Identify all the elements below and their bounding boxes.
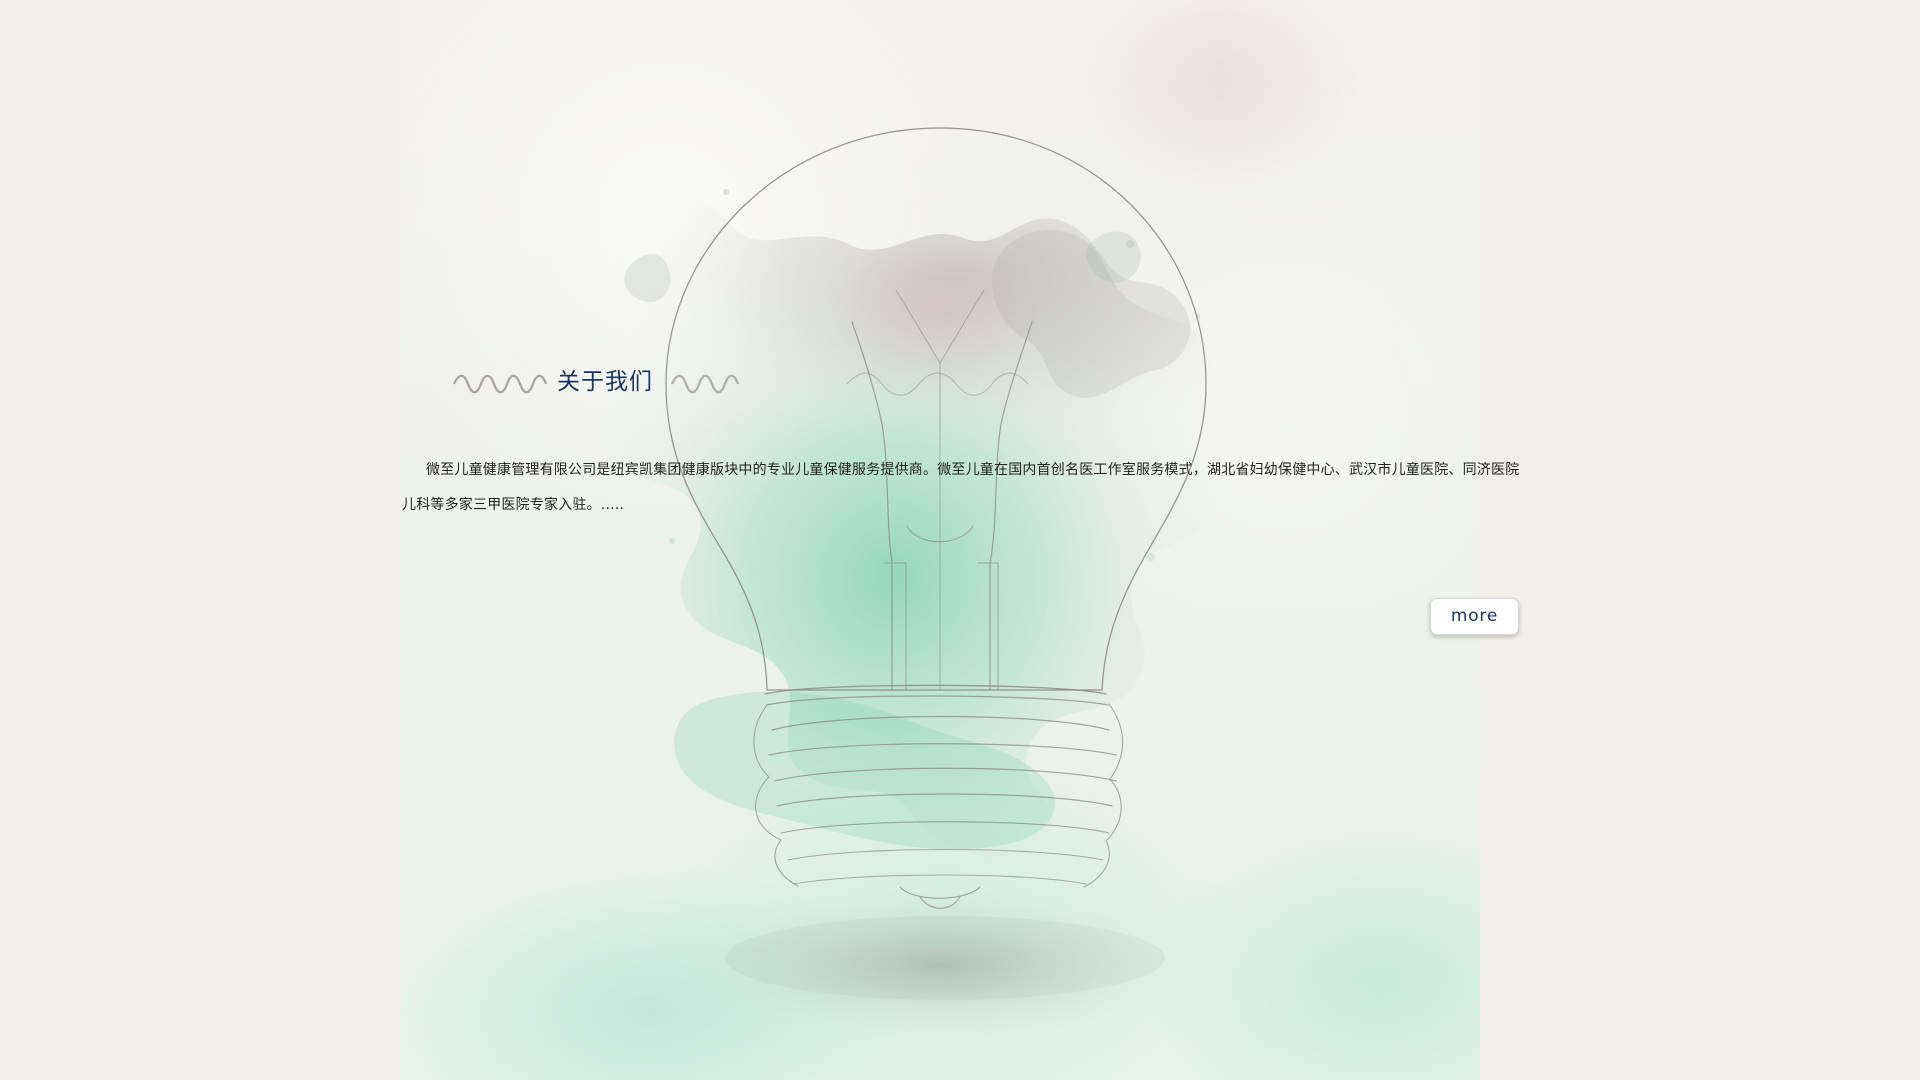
light-bulb-illustration	[665, 127, 1207, 909]
more-button[interactable]: more	[1430, 598, 1519, 635]
about-page: 关于我们 微至儿童健康管理有限公司是纽宾凯集团健康版块中的专业儿童保健服务提供商…	[0, 0, 1920, 1080]
watercolor-art-panel	[400, 0, 1480, 1080]
section-title-wrap: 关于我们	[440, 362, 770, 406]
page-title: 关于我们	[557, 369, 653, 395]
company-introduction: 微至儿童健康管理有限公司是纽宾凯集团健康版块中的专业儿童保健服务提供商。微至儿童…	[402, 462, 1520, 513]
